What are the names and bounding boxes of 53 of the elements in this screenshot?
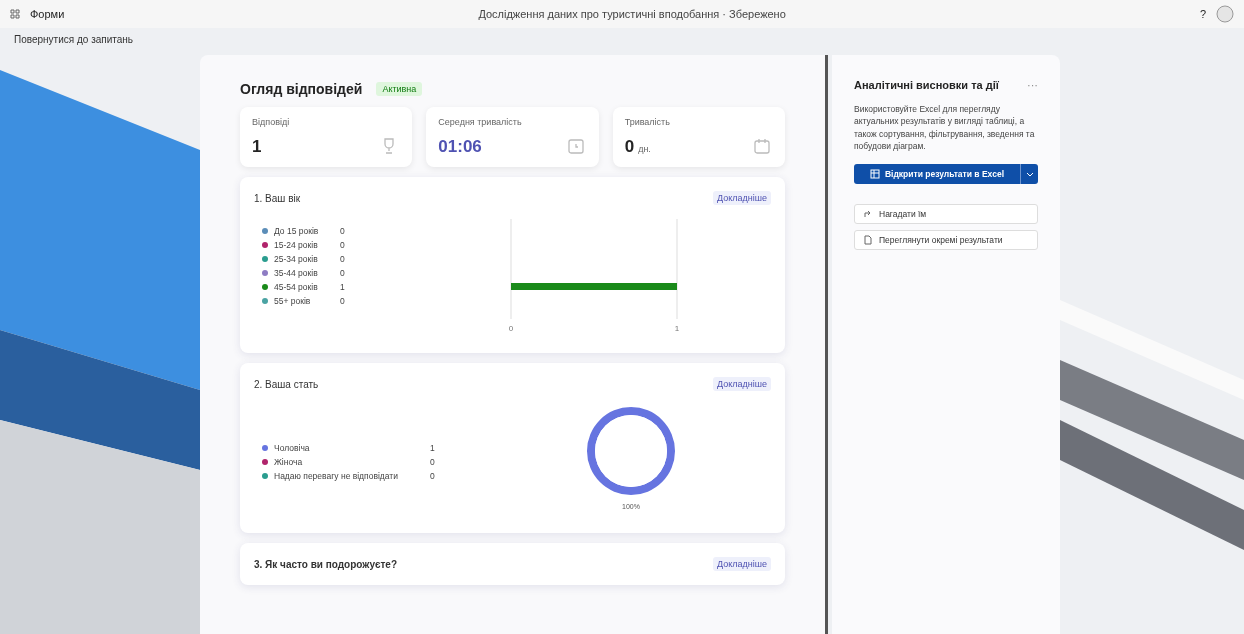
axis-tick-label: 0: [508, 324, 514, 333]
legend-label: Жіноча: [274, 457, 304, 467]
action-button[interactable]: Нагадати їм: [854, 204, 1038, 225]
legend-count: 1: [430, 443, 435, 453]
avatar-icon[interactable]: [1216, 5, 1234, 23]
question-title: 2. Ваша стать: [254, 378, 319, 390]
legend-label: 15-24 років: [274, 239, 319, 250]
stat-value: 0: [624, 137, 635, 156]
legend-label: Чоловіча: [274, 443, 311, 453]
legend-count: 0: [340, 239, 345, 250]
share-icon: [863, 209, 873, 220]
legend-label: 55+ років: [274, 295, 312, 306]
calendar-icon: [753, 137, 771, 155]
dropdown-button[interactable]: [1020, 164, 1038, 185]
legend-count: 0: [340, 253, 345, 264]
more-button[interactable]: ···: [1027, 79, 1038, 91]
details-link[interactable]: Докладніше: [713, 377, 771, 391]
caret-icon: [1025, 171, 1034, 177]
stat-value: 1: [252, 137, 262, 156]
action-button[interactable]: Переглянути окремі результати: [854, 230, 1038, 251]
legend-label: До 15 років: [274, 225, 320, 236]
stat-unit: дн.: [638, 144, 651, 154]
section-title: Огляд відповідей: [240, 81, 363, 97]
legend-count: 0: [340, 295, 345, 306]
document-icon: [863, 235, 873, 246]
legend-label: Надаю перевагу не відповідати: [274, 471, 399, 481]
app-grid-icon[interactable]: [10, 9, 20, 19]
panel-description: Використовуйте Excel для перегляду актуальних результатів у вигляді таблиці, а також сортування, фільтрування, зведення та побудови діаграм.: [854, 103, 1036, 153]
legend-count: 0: [430, 457, 435, 467]
question-title: 3. Як часто ви подорожуєте?: [254, 558, 398, 570]
app-name[interactable]: Форми: [30, 8, 65, 20]
back-link[interactable]: Повернутися до запитань: [14, 34, 134, 45]
legend-label: 25-34 років: [274, 253, 319, 264]
form-title[interactable]: Дослідження даних про туристичні вподобання · Збережено: [74, 8, 1190, 20]
stat-value: 01:06: [438, 137, 482, 156]
stat-label: Відповіді: [252, 117, 291, 127]
spreadsheet-icon: [869, 169, 880, 180]
details-link[interactable]: Докладніше: [713, 557, 771, 571]
axis-tick-label: 1: [674, 324, 680, 333]
panel-title: Аналітичні висновки та дії: [854, 79, 999, 91]
stat-label: Тривалість: [624, 117, 671, 127]
help-button[interactable]: ?: [1199, 8, 1206, 20]
question-title: 1. Ваш вік: [254, 192, 301, 204]
legend-label: 45-54 років: [274, 281, 319, 292]
legend-count: 1: [340, 281, 345, 292]
legend-count: 0: [340, 225, 345, 236]
legend-count: 0: [340, 267, 345, 278]
legend-label: 35-44 років: [274, 267, 319, 278]
stat-label: Середня тривалість: [438, 117, 523, 127]
open-excel-button[interactable]: Відкрити результати в Excel: [854, 164, 1020, 185]
legend-count: 0: [430, 471, 435, 481]
details-link[interactable]: Докладніше: [713, 191, 771, 205]
status-badge: Активна: [376, 82, 423, 96]
